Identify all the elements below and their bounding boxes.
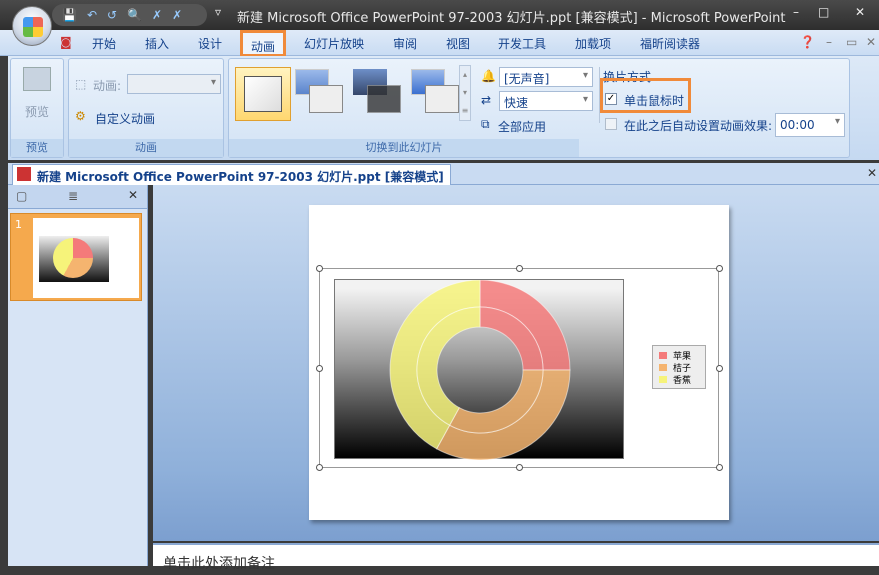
slide-thumbnail[interactable]: 1 — [10, 213, 142, 301]
print-preview-icon[interactable]: 🔍 — [127, 8, 142, 22]
legend-swatch — [659, 375, 667, 383]
legend-label: 香蕉 — [673, 375, 692, 386]
customize-qat-icon[interactable]: ▿ — [215, 5, 221, 19]
tab-view[interactable]: 视图 — [446, 35, 470, 52]
redo-icon[interactable]: ↺ — [107, 8, 117, 22]
app-icon: ◙ — [60, 35, 72, 49]
preview-button[interactable]: 预览 — [25, 103, 49, 120]
group-label: 动画 — [69, 139, 223, 157]
legend-item: 苹果 — [659, 349, 699, 362]
slides-tab[interactable]: ▢ — [16, 189, 27, 203]
help-icon[interactable]: ❓ — [800, 35, 815, 49]
tab-review[interactable]: 审阅 — [393, 35, 417, 52]
transition-fade-black[interactable] — [353, 69, 403, 113]
notes-placeholder: 单击此处添加备注 — [163, 556, 275, 572]
maximize-button[interactable]: □ — [818, 5, 829, 19]
sound-select[interactable]: [无声音] — [499, 67, 593, 87]
resize-handle[interactable] — [516, 464, 523, 471]
preview-icon[interactable] — [23, 67, 51, 91]
slides-panel: ▢ ≣ ✕ 1 — [8, 185, 148, 566]
animation-group: ⬚ 动画: ⚙ 自定义动画 动画 — [68, 58, 224, 158]
resize-handle[interactable] — [516, 265, 523, 272]
highlight-box — [600, 78, 691, 113]
apply-all-button[interactable]: 全部应用 — [498, 118, 546, 135]
resize-handle[interactable] — [716, 265, 723, 272]
document-tab[interactable]: 新建 Microsoft Office PowerPoint 97-2003 幻… — [12, 164, 451, 185]
notes-pane[interactable]: 单击此处添加备注 — [153, 543, 879, 572]
speed-icon: ⇄ — [481, 93, 492, 107]
transition-none[interactable] — [235, 67, 291, 121]
preview-group: 预览 预览 — [10, 58, 64, 158]
tab-developer[interactable]: 开发工具 — [498, 35, 546, 52]
resize-handle[interactable] — [716, 464, 723, 471]
office-logo-icon — [23, 17, 43, 37]
tab-design[interactable]: 设计 — [198, 35, 222, 52]
resize-handle[interactable] — [316, 265, 323, 272]
animation-label: 动画: — [93, 79, 122, 93]
quick-access-toolbar: 💾 ↶ ↺ 🔍 ✗ ✗ — [52, 4, 207, 26]
resize-handle[interactable] — [716, 365, 723, 372]
animation-select[interactable] — [127, 74, 221, 94]
time-spinner[interactable]: 00:00 — [775, 113, 845, 137]
ribbon-minimize-icon[interactable]: – — [826, 35, 832, 49]
ribbon-restore-icon[interactable]: ▭ — [846, 35, 857, 49]
resize-handle[interactable] — [316, 464, 323, 471]
tab-slideshow[interactable]: 幻灯片放映 — [304, 35, 364, 52]
ribbon: 预览 预览 ⬚ 动画: ⚙ 自定义动画 动画 ▴▾≡ 🔔 [无声音] ⇄ 快速 … — [8, 56, 879, 160]
apply-all-icon: ⧉ — [481, 117, 490, 131]
slide-number: 1 — [15, 218, 22, 231]
slide[interactable]: 苹果 桔子 香蕉 — [309, 205, 729, 520]
plot-area — [334, 279, 624, 461]
gallery-scroll[interactable]: ▴ ▾ ≡ — [459, 65, 471, 121]
custom-animation-icon: ⚙ — [75, 109, 86, 123]
close-document-icon[interactable]: ✕ — [867, 166, 877, 180]
animation-icon: ⬚ — [75, 77, 87, 91]
tab-home[interactable]: 开始 — [92, 35, 116, 52]
document-tabbar: 新建 Microsoft Office PowerPoint 97-2003 幻… — [8, 163, 879, 185]
group-label: 预览 — [11, 139, 63, 157]
slide-editor: 苹果 桔子 香蕉 — [153, 185, 879, 541]
tab-animation[interactable]: 动画 — [240, 30, 287, 57]
legend-item: 桔子 — [659, 361, 699, 374]
tab-insert[interactable]: 插入 — [145, 35, 169, 52]
save-icon[interactable]: 💾 — [62, 8, 77, 22]
chart-frame[interactable]: 苹果 桔子 香蕉 — [319, 268, 719, 468]
transition-group: ▴▾≡ 🔔 [无声音] ⇄ 快速 ⧉ 全部应用 换片方式 ✓ 单击鼠标时 在此之… — [228, 58, 850, 158]
close-button[interactable]: ✕ — [855, 5, 865, 19]
chart-legend: 苹果 桔子 香蕉 — [652, 345, 706, 389]
legend-item: 香蕉 — [659, 373, 699, 386]
window-title: 新建 Microsoft Office PowerPoint 97-2003 幻… — [237, 11, 786, 26]
speed-select[interactable]: 快速 — [499, 91, 593, 111]
title-bar: 💾 ↶ ↺ 🔍 ✗ ✗ ▿ 新建 Microsoft Office PowerP… — [0, 0, 879, 46]
group-label: 切换到此幻灯片 — [229, 139, 579, 157]
auto-after-checkbox[interactable] — [605, 118, 617, 130]
minimize-button[interactable]: – — [793, 5, 799, 19]
tool-icon[interactable]: ✗ — [172, 8, 182, 22]
transition-cut[interactable] — [411, 69, 461, 113]
document-tab-label: 新建 Microsoft Office PowerPoint 97-2003 幻… — [37, 170, 444, 184]
tab-foxit[interactable]: 福昕阅读器 — [640, 35, 700, 52]
tool-icon[interactable]: ✗ — [152, 8, 162, 22]
ribbon-close-icon[interactable]: ✕ — [866, 35, 876, 49]
custom-animation-button[interactable]: 自定义动画 — [95, 110, 155, 127]
resize-handle[interactable] — [316, 365, 323, 372]
doughnut-chart — [389, 279, 571, 461]
tab-addins[interactable]: 加载项 — [575, 35, 611, 52]
undo-icon[interactable]: ↶ — [87, 8, 97, 22]
legend-swatch — [659, 351, 667, 359]
legend-swatch — [659, 363, 667, 371]
transition-fade[interactable] — [295, 69, 345, 113]
outline-tab[interactable]: ≣ — [68, 189, 78, 203]
ribbon-tabs: ◙ 开始 插入 设计 动画 幻灯片放映 审阅 视图 开发工具 加载项 福昕阅读器… — [0, 30, 879, 57]
auto-after-label: 在此之后自动设置动画效果: — [624, 119, 773, 133]
close-panel-icon[interactable]: ✕ — [128, 188, 138, 202]
sound-icon: 🔔 — [481, 69, 496, 83]
office-button[interactable] — [12, 6, 52, 46]
ppt-file-icon — [17, 167, 31, 181]
